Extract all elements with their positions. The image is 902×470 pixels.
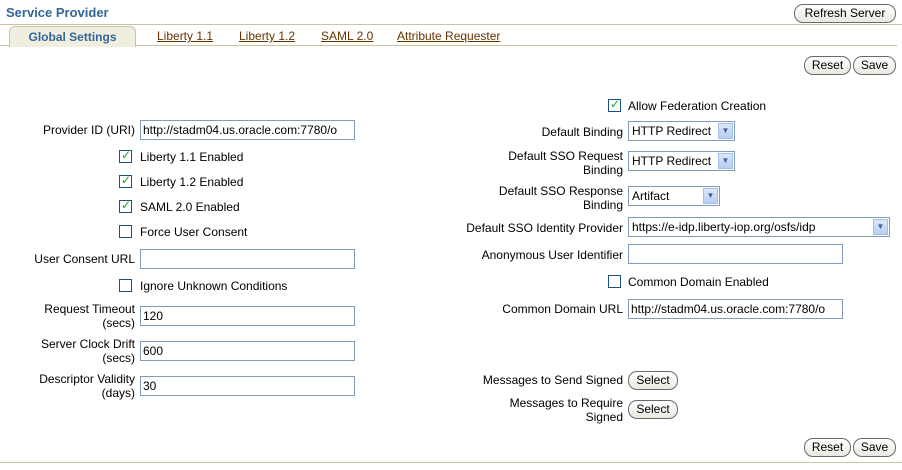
sso-request-binding-select[interactable]: HTTP Redirect ▼ (628, 151, 735, 171)
request-timeout-label-line2: (secs) (102, 316, 135, 330)
force-consent-checkbox[interactable] (119, 225, 132, 238)
descriptor-validity-input[interactable] (140, 376, 355, 396)
ignore-unknown-label: Ignore Unknown Conditions (140, 279, 288, 293)
consent-url-label: User Consent URL (34, 252, 135, 266)
common-domain-url-input[interactable] (628, 299, 843, 319)
common-domain-url-label: Common Domain URL (502, 302, 623, 316)
sso-response-binding-value: Artifact (632, 189, 670, 203)
messages-require-signed-label-line1: Messages to Require (509, 396, 623, 410)
chevron-down-icon[interactable]: ▼ (718, 123, 733, 139)
checkmark-icon: ✓ (121, 173, 132, 187)
clock-drift-label: Server Clock Drift (secs) (10, 337, 135, 365)
allow-federation-label: Allow Federation Creation (628, 99, 767, 113)
sso-response-binding-label-line1: Default SSO Response (498, 184, 623, 198)
messages-require-signed-label: Messages to Require Signed (440, 396, 623, 424)
tab-divider (135, 45, 897, 46)
provider-id-label: Provider ID (URI) (42, 123, 135, 137)
refresh-server-button[interactable]: Refresh Server (794, 4, 896, 23)
sso-response-binding-label-line2: Binding (582, 198, 623, 212)
sso-idp-value: https://e-idp.liberty-iop.org/osfs/idp (632, 220, 816, 234)
page-title: Service Provider (6, 5, 109, 20)
liberty11-checkbox[interactable]: ✓ (119, 148, 132, 163)
descriptor-validity-label: Descriptor Validity (days) (10, 372, 135, 400)
tab-liberty-12[interactable]: Liberty 1.2 (239, 29, 295, 43)
request-timeout-label: Request Timeout (secs) (10, 302, 135, 330)
provider-id-input[interactable] (140, 120, 355, 140)
default-binding-value: HTTP Redirect (632, 124, 712, 138)
default-binding-select[interactable]: HTTP Redirect ▼ (628, 121, 735, 141)
reset-button-top[interactable]: Reset (804, 56, 851, 75)
request-timeout-label-line1: Request Timeout (44, 302, 135, 316)
common-domain-enabled-label: Common Domain Enabled (628, 275, 769, 289)
default-binding-label: Default Binding (541, 125, 623, 139)
saml20-checkbox[interactable]: ✓ (119, 198, 132, 213)
sso-response-binding-select[interactable]: Artifact ▼ (628, 186, 720, 206)
tab-global-settings[interactable]: Global Settings (9, 26, 136, 47)
ignore-unknown-checkbox[interactable] (119, 279, 132, 292)
sso-request-binding-label-line2: Binding (582, 163, 623, 177)
saml20-label: SAML 2.0 Enabled (140, 200, 240, 214)
descriptor-validity-label-line2: (days) (101, 386, 135, 400)
sso-request-binding-value: HTTP Redirect (632, 154, 712, 168)
checkmark-icon: ✓ (121, 198, 132, 212)
chevron-down-icon[interactable]: ▼ (703, 188, 718, 204)
allow-federation-checkbox[interactable]: ✓ (608, 97, 621, 112)
clock-drift-input[interactable] (140, 341, 355, 361)
chevron-down-icon[interactable]: ▼ (873, 219, 888, 235)
messages-send-signed-label: Messages to Send Signed (482, 373, 623, 387)
consent-url-input[interactable] (140, 249, 355, 269)
messages-require-signed-label-line2: Signed (585, 410, 623, 424)
reset-button-bottom[interactable]: Reset (804, 438, 851, 457)
clock-drift-label-line1: Server Clock Drift (40, 337, 135, 351)
request-timeout-input[interactable] (140, 306, 355, 326)
messages-require-signed-select-button[interactable]: Select (628, 400, 678, 419)
tab-divider-left (0, 45, 9, 46)
anon-user-input[interactable] (628, 244, 843, 264)
tab-bar: Global Settings Liberty 1.1 Liberty 1.2 … (4, 26, 896, 47)
chevron-down-icon[interactable]: ▼ (718, 153, 733, 169)
descriptor-validity-label-line1: Descriptor Validity (39, 372, 135, 386)
save-button-top[interactable]: Save (853, 56, 896, 75)
common-domain-enabled-checkbox[interactable] (608, 275, 621, 288)
sso-request-binding-label-line1: Default SSO Request (508, 149, 623, 163)
force-consent-label: Force User Consent (140, 225, 248, 239)
sso-response-binding-label: Default SSO Response Binding (440, 184, 623, 212)
tab-saml-20[interactable]: SAML 2.0 (321, 29, 373, 43)
sso-request-binding-label: Default SSO Request Binding (440, 149, 623, 177)
tab-attribute-requester[interactable]: Attribute Requester (397, 29, 500, 43)
liberty12-label: Liberty 1.2 Enabled (140, 175, 244, 189)
tab-liberty-11[interactable]: Liberty 1.1 (157, 29, 213, 43)
liberty11-label: Liberty 1.1 Enabled (140, 150, 244, 164)
sso-idp-label: Default SSO Identity Provider (466, 221, 623, 235)
checkmark-icon: ✓ (121, 148, 132, 162)
footer-divider (0, 462, 902, 463)
anon-user-label: Anonymous User Identifier (481, 248, 623, 262)
sso-idp-select[interactable]: https://e-idp.liberty-iop.org/osfs/idp ▼ (628, 217, 890, 237)
messages-send-signed-select-button[interactable]: Select (628, 371, 678, 390)
title-divider (0, 24, 902, 25)
save-button-bottom[interactable]: Save (853, 438, 896, 457)
clock-drift-label-line2: (secs) (102, 351, 135, 365)
liberty12-checkbox[interactable]: ✓ (119, 173, 132, 188)
checkmark-icon: ✓ (610, 97, 621, 111)
